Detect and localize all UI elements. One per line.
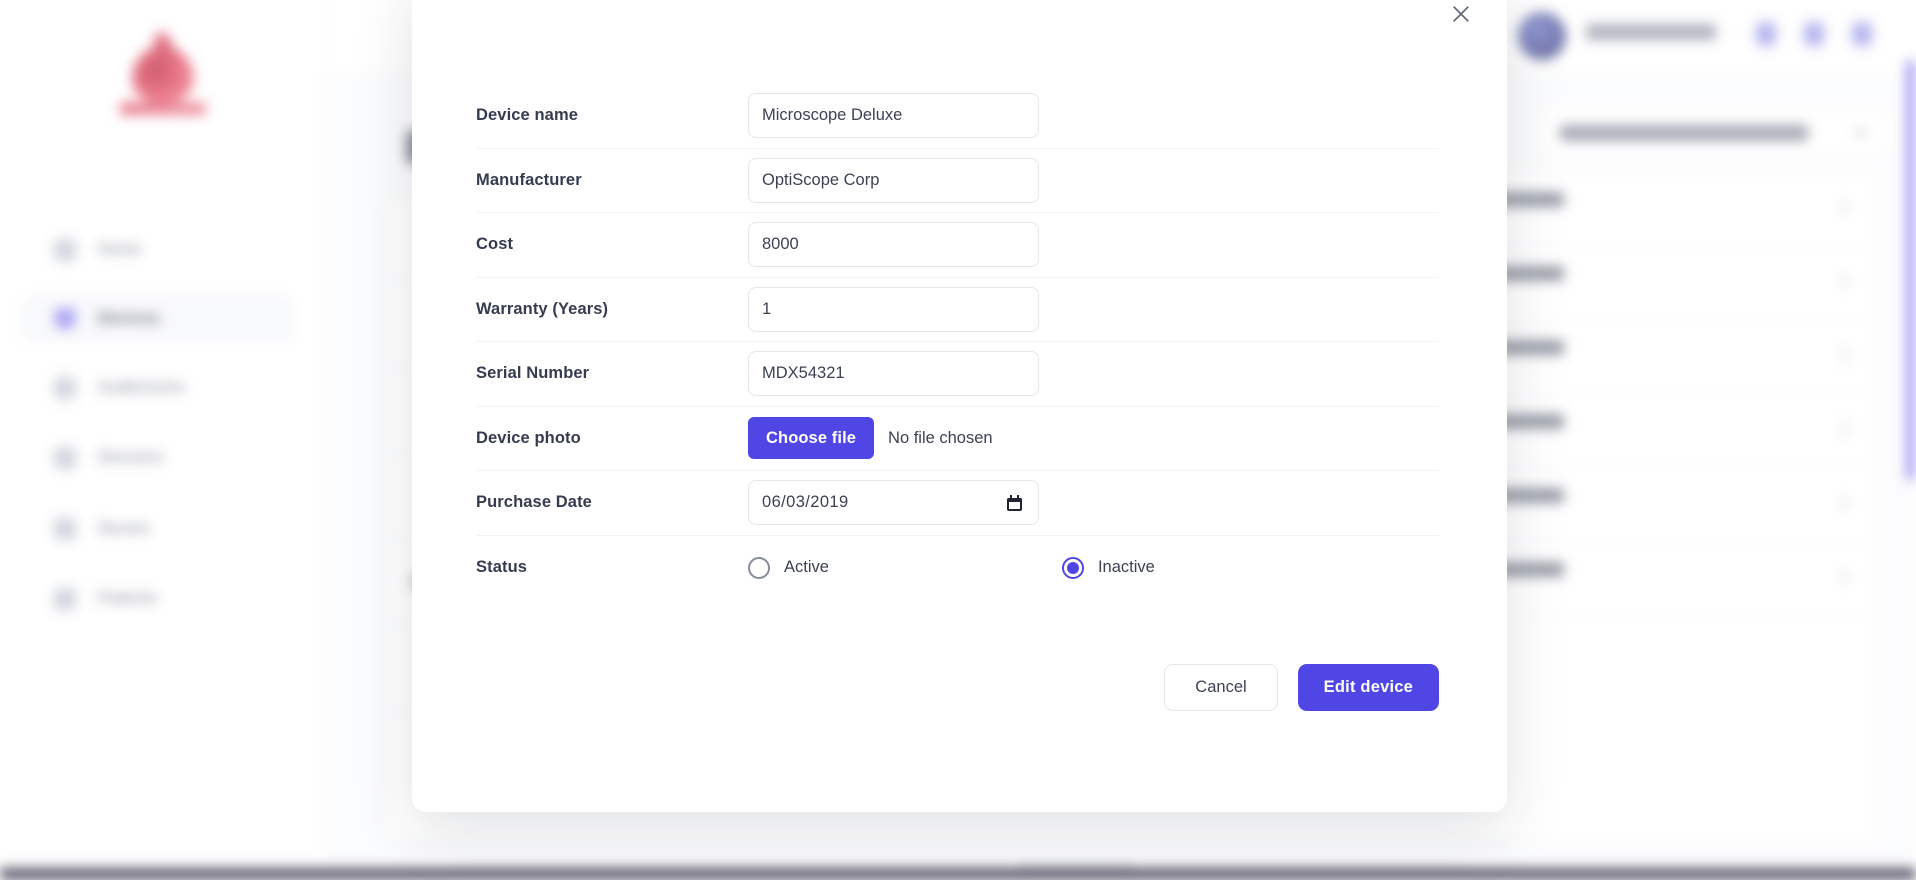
field-serial-number: Serial Number: [476, 342, 1439, 407]
field-status: Status Active Inactive: [476, 536, 1439, 601]
field-control: Choose file No file chosen: [748, 417, 1439, 460]
serial-number-input[interactable]: [748, 351, 1039, 397]
purchase-date-input[interactable]: 06/03/2019: [748, 480, 1039, 526]
field-control: Active Inactive: [748, 556, 1439, 579]
field-label: Device photo: [476, 428, 581, 447]
field-device-name: Device name: [476, 84, 1439, 149]
modal-footer: Cancel Edit device: [1164, 664, 1439, 711]
device-name-input[interactable]: [748, 93, 1039, 139]
field-label: Manufacturer: [476, 170, 582, 189]
radio-icon-selected: [1061, 556, 1084, 579]
purchase-date-value: 06/03/2019: [762, 493, 849, 512]
field-label: Device name: [476, 106, 578, 125]
radio-label: Active: [784, 558, 829, 577]
field-manufacturer: Manufacturer: [476, 149, 1439, 213]
field-label: Serial Number: [476, 364, 590, 383]
close-icon[interactable]: [1443, 0, 1479, 32]
field-control: [748, 93, 1439, 139]
field-control: [748, 286, 1439, 332]
warranty-input[interactable]: [748, 286, 1039, 332]
field-control: 06/03/2019: [748, 480, 1439, 526]
field-cost: Cost: [476, 213, 1439, 278]
field-label: Cost: [476, 235, 514, 254]
field-control: [748, 351, 1439, 397]
field-label: Purchase Date: [476, 493, 592, 512]
calendar-icon[interactable]: [1007, 494, 1022, 511]
manufacturer-input[interactable]: [748, 157, 1039, 203]
status-radio-inactive[interactable]: Inactive: [1061, 556, 1155, 579]
file-status-text: No file chosen: [888, 428, 993, 447]
cost-input[interactable]: [748, 222, 1039, 268]
status-radio-active[interactable]: Active: [748, 556, 829, 579]
field-label: Warranty (Years): [476, 299, 609, 318]
choose-file-button[interactable]: Choose file: [748, 417, 875, 460]
radio-icon: [748, 556, 770, 579]
field-control: [748, 222, 1439, 268]
modal-form: Device name Manufacturer Cost Warranty (…: [476, 84, 1439, 600]
edit-device-modal: Device name Manufacturer Cost Warranty (…: [412, 0, 1507, 812]
field-control: [748, 157, 1439, 203]
radio-label: Inactive: [1097, 558, 1155, 577]
field-warranty: Warranty (Years): [476, 278, 1439, 342]
field-device-photo: Device photo Choose file No file chosen: [476, 407, 1439, 471]
field-purchase-date: Purchase Date 06/03/2019: [476, 471, 1439, 536]
cancel-button[interactable]: Cancel: [1164, 664, 1278, 711]
field-label: Status: [476, 558, 528, 577]
edit-device-button[interactable]: Edit device: [1297, 664, 1439, 711]
